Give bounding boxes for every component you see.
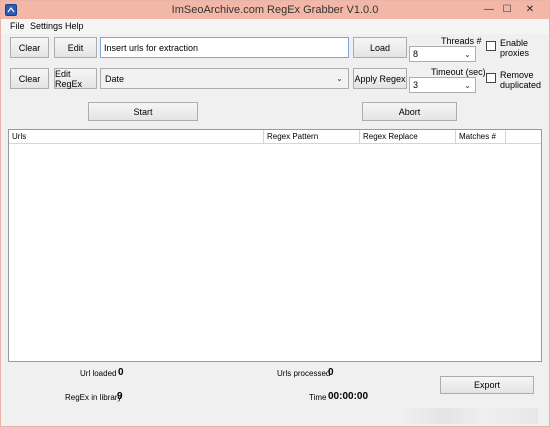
maximize-icon[interactable]: ☐ — [499, 3, 515, 16]
menu-bar: File Settings Help — [1, 19, 549, 34]
timeout-select[interactable]: 3 ⌄ — [409, 77, 476, 93]
regex-select[interactable]: Date ⌄ — [100, 68, 349, 89]
timeout-value: 3 — [413, 80, 419, 90]
status-bar-blurred-area — [406, 408, 538, 424]
threads-select[interactable]: 8 ⌄ — [409, 46, 476, 62]
column-regex-pattern[interactable]: Regex Pattern — [264, 130, 360, 144]
menu-help[interactable]: Help — [65, 21, 84, 31]
results-table[interactable]: Urls Regex Pattern Regex Replace Matches… — [8, 129, 542, 362]
app-window: ImSeoArchive.com RegEx Grabber V1.0.0 — … — [0, 0, 550, 427]
load-button[interactable]: Load — [353, 37, 407, 58]
chevron-down-icon: ⌄ — [464, 50, 471, 59]
edit-regex-button[interactable]: Edit RegEx — [54, 68, 97, 89]
urls-processed-label: Urls processed — [277, 369, 331, 378]
column-regex-replace[interactable]: Regex Replace — [360, 130, 456, 144]
abort-button[interactable]: Abort — [362, 102, 457, 121]
remove-duplicated-label-line2: duplicated — [500, 80, 542, 90]
close-icon[interactable]: ✕ — [517, 3, 543, 16]
chevron-down-icon: ⌄ — [336, 74, 343, 83]
threads-label: Threads # — [441, 36, 482, 46]
menu-file[interactable]: File — [10, 21, 25, 31]
column-matches[interactable]: Matches # — [456, 130, 506, 144]
threads-value: 8 — [413, 49, 419, 59]
window-title: ImSeoArchive.com RegEx Grabber V1.0.0 — [171, 4, 379, 16]
time-label: Time — [309, 393, 327, 402]
title-bar: ImSeoArchive.com RegEx Grabber V1.0.0 — … — [1, 1, 549, 19]
time-value: 00:00:00 — [328, 391, 369, 402]
chevron-down-icon: ⌄ — [464, 81, 471, 90]
enable-proxies-label-line2: proxies — [500, 48, 530, 58]
clear-urls-button[interactable]: Clear — [10, 37, 49, 58]
enable-proxies-checkbox[interactable] — [486, 41, 496, 51]
url-input[interactable]: Insert urls for extraction — [100, 37, 349, 58]
regex-library-value: 9 — [117, 391, 123, 402]
minimize-icon[interactable]: — — [481, 3, 497, 16]
export-button[interactable]: Export — [440, 376, 534, 394]
url-loaded-label: Url loaded — [80, 369, 117, 378]
column-urls[interactable]: Urls — [9, 130, 264, 144]
clear-regex-button[interactable]: Clear — [10, 68, 49, 89]
remove-duplicated-label: Remove — [500, 70, 534, 80]
timeout-label: Timeout (sec) — [431, 67, 486, 77]
enable-proxies-label: Enable — [500, 38, 529, 48]
start-button[interactable]: Start — [88, 102, 198, 121]
regex-select-value: Date — [105, 73, 125, 84]
urls-processed-value: 0 — [328, 367, 334, 378]
edit-urls-button[interactable]: Edit — [54, 37, 97, 58]
apply-regex-button[interactable]: Apply Regex — [353, 68, 407, 89]
remove-duplicated-checkbox[interactable] — [486, 73, 496, 83]
regex-library-label: RegEx in library — [65, 393, 122, 402]
table-header: Urls Regex Pattern Regex Replace Matches… — [9, 130, 541, 144]
url-loaded-value: 0 — [118, 367, 124, 378]
menu-settings[interactable]: Settings — [30, 21, 63, 31]
